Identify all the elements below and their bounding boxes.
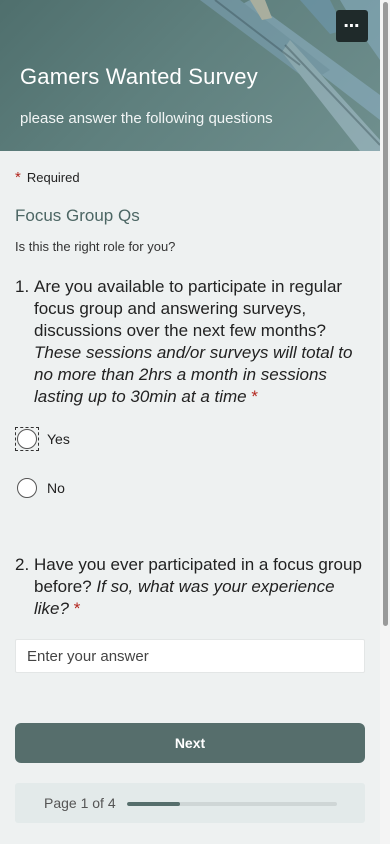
scrollbar[interactable] [380,0,390,844]
required-star: * [251,387,258,406]
answer-input[interactable] [15,639,365,673]
progress-bar-fill [127,802,180,806]
radio-button[interactable] [17,478,37,498]
next-button[interactable]: Next [15,723,365,763]
option-yes[interactable]: Yes [15,427,70,451]
question-text: Are you available to participate in regu… [34,276,369,408]
option-no[interactable]: No [15,476,65,500]
progress-text: Page 1 of 4 [44,795,116,811]
survey-subtitle: please answer the following questions [20,110,273,127]
more-options-button[interactable]: ⋯ [336,10,368,42]
required-star: * [73,599,81,618]
focus-outline [15,427,39,451]
header-banner: Gamers Wanted Survey please answer the f… [0,0,380,151]
survey-title: Gamers Wanted Survey [20,64,258,89]
survey-page: Gamers Wanted Survey please answer the f… [0,0,380,844]
option-label: Yes [47,431,70,447]
required-label: Required [26,170,80,185]
scrollbar-thumb[interactable] [383,2,388,626]
question-text: Have you ever participated in a focus gr… [34,554,369,620]
required-note: * Required [15,169,80,186]
section-title: Focus Group Qs [15,206,140,225]
option-label: No [47,480,65,496]
question-number: 2. [15,555,30,574]
progress-bar [127,802,337,806]
question-main-text: Are you available to participate in regu… [34,277,343,340]
page-progress: Page 1 of 4 [15,783,365,823]
section-description: Is this the right role for you? [15,239,176,254]
required-star: * [15,169,21,186]
question-number: 1. [15,277,30,296]
more-icon: ⋯ [343,18,361,35]
question-italic-text: These sessions and/or surveys will total… [34,343,353,406]
